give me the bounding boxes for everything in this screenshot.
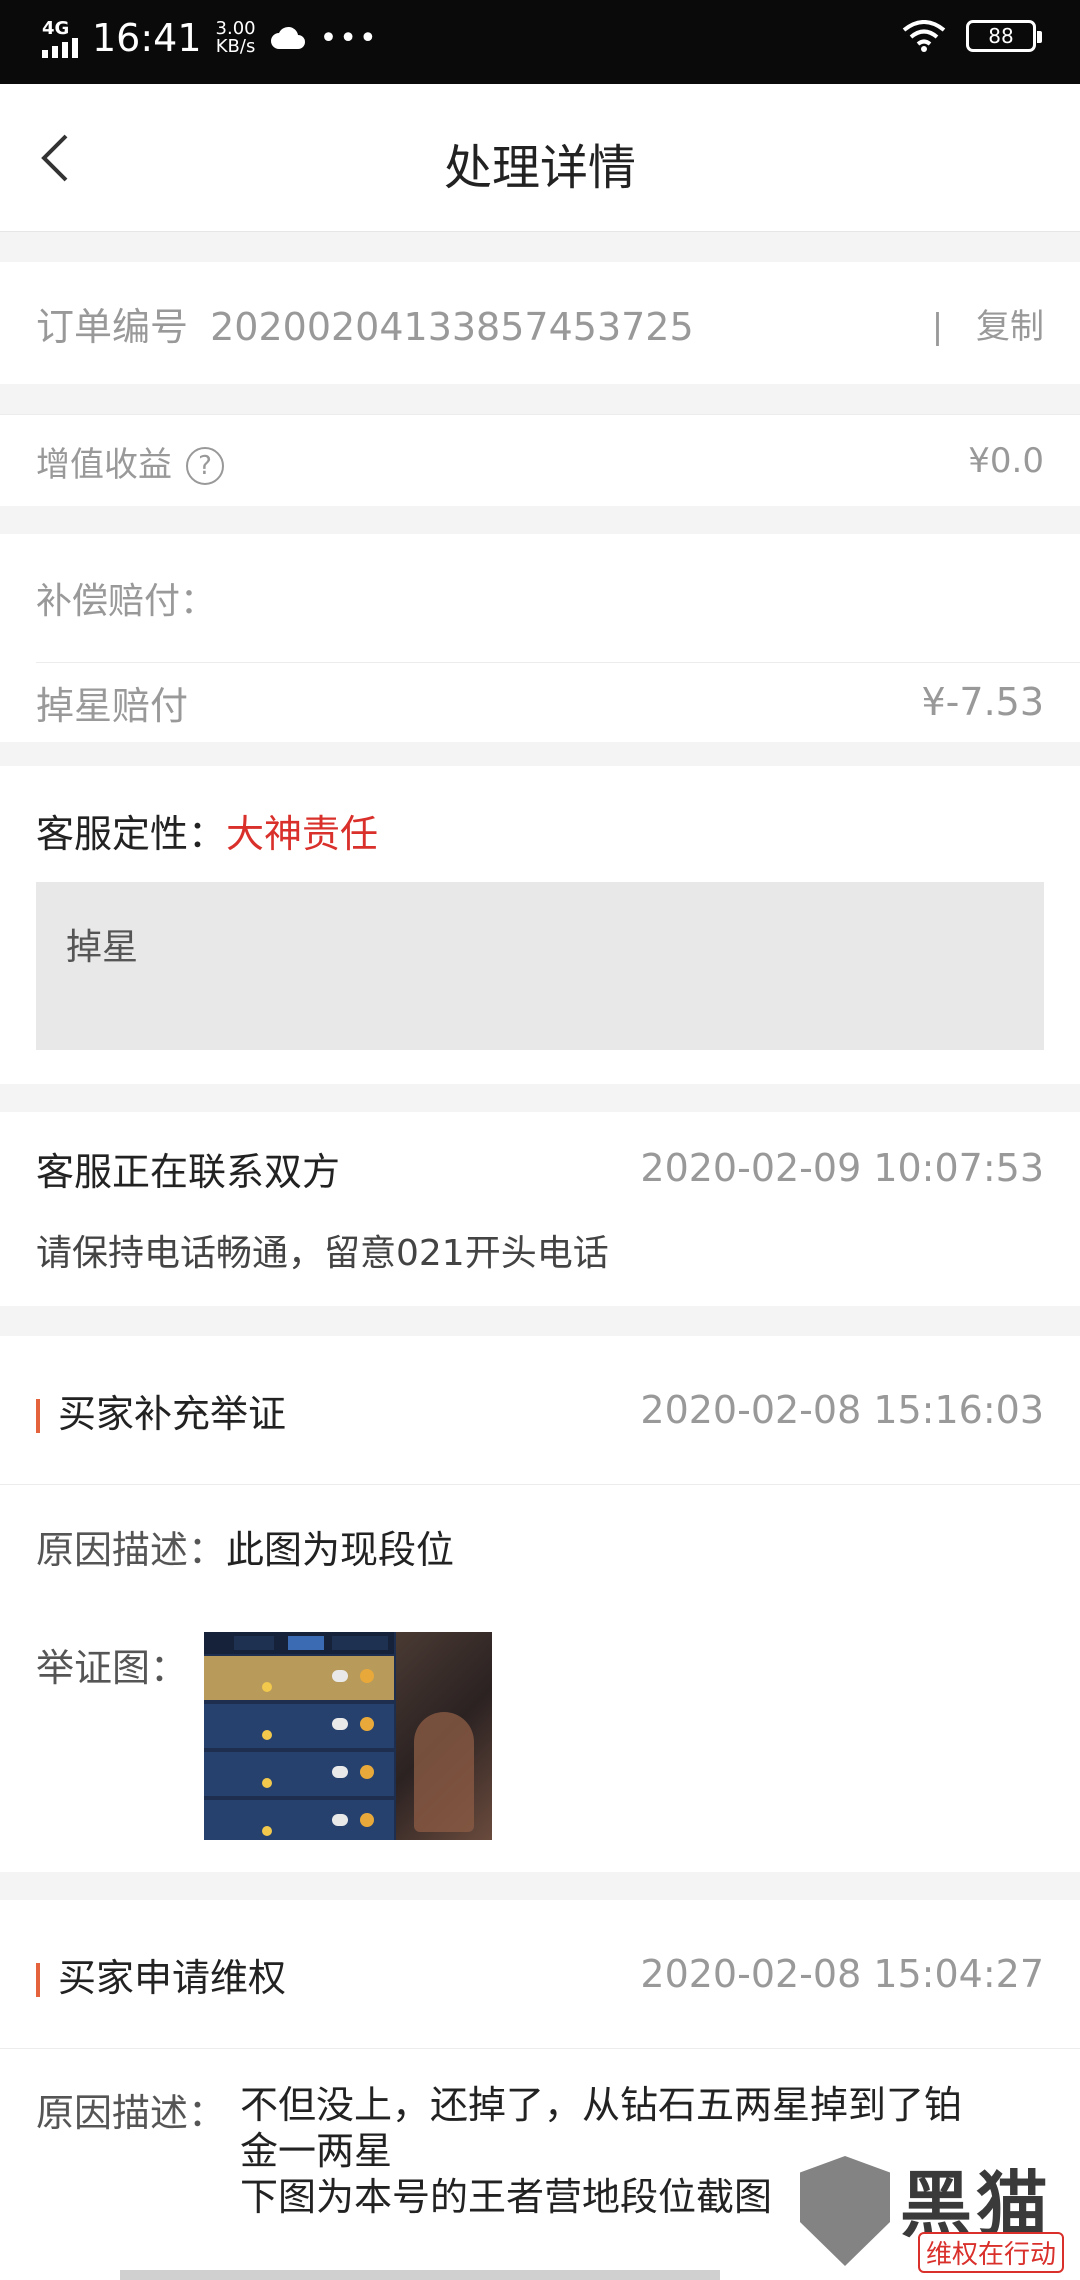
event-time: 2020-02-09 10:07:53 <box>640 1146 1044 1190</box>
compensation-item: 掉星赔付 ¥-7.53 <box>36 662 1044 742</box>
accent-bar <box>36 1963 40 1997</box>
verdict-note: 掉星 <box>66 927 139 968</box>
clock: 16:41 <box>92 16 202 60</box>
event-card: 客服正在联系双方 2020-02-09 10:07:53 请保持电话畅通，留意0… <box>0 1112 1080 1306</box>
value-added-section: 增值收益? ¥0.0 <box>0 414 1080 506</box>
event-desc: 请保持电话畅通，留意021开头电话 <box>36 1233 609 1274</box>
evidence-image[interactable] <box>204 1632 492 1840</box>
cloud-icon <box>270 26 305 49</box>
reason-label: 原因描述： <box>36 1527 227 1572</box>
battery-icon: 88 <box>966 20 1042 52</box>
signal-icon: 4G <box>42 18 78 58</box>
cat-shield-icon <box>800 2156 890 2266</box>
compensation-item-amount: ¥-7.53 <box>921 680 1045 724</box>
event-title-group: 买家申请维权 <box>36 1947 286 2002</box>
verdict-note-box: 掉星 <box>36 882 1044 1050</box>
evidence-label: 举证图： <box>36 1645 189 1690</box>
wifi-icon <box>902 20 946 52</box>
reason-text: 此图为现段位 <box>226 1527 455 1572</box>
event-title: 买家申请维权 <box>58 1955 287 2000</box>
divider <box>0 2048 1080 2049</box>
compensation-section: 补偿赔付： 掉星赔付 ¥-7.53 <box>0 534 1080 742</box>
net-speed-unit: KB/s <box>215 36 256 57</box>
thumb-tab <box>234 1636 274 1650</box>
thumb-figure <box>414 1712 474 1832</box>
image-strip-edge <box>120 2270 720 2280</box>
help-icon[interactable]: ? <box>186 447 224 485</box>
verdict-value: 大神责任 <box>226 811 379 856</box>
thumb-tab <box>288 1636 324 1650</box>
more-notifications-icon: ••• <box>319 20 379 56</box>
event-card: 买家补充举证 2020-02-08 15:16:03 原因描述： 此图为现段位 … <box>0 1336 1080 1872</box>
value-added-label-group: 增值收益? <box>36 437 224 486</box>
copy-separator: | <box>931 306 944 347</box>
thumb-row <box>204 1800 394 1840</box>
thumb-row <box>204 1752 394 1796</box>
copy-group: | 复制 <box>932 299 1044 348</box>
value-added-label: 增值收益 <box>36 444 172 485</box>
net-speed: 3.00 KB/s <box>216 20 256 56</box>
thumb-row <box>204 1704 394 1748</box>
event-title-group: 买家补充举证 <box>36 1383 286 1438</box>
event-title: 客服正在联系双方 <box>36 1149 341 1194</box>
nav-bar: 处理详情 <box>0 84 1080 232</box>
reason-label: 原因描述： <box>36 2091 227 2135</box>
order-number: 20200204133857453725 <box>210 304 694 349</box>
order-label: 订单编号 <box>36 304 189 349</box>
compensation-header: 补偿赔付： <box>36 581 217 622</box>
network-type: 4G <box>42 18 70 39</box>
thumb-row <box>204 1656 394 1700</box>
divider <box>0 1484 1080 1485</box>
order-section: 订单编号 20200204133857453725 | 复制 <box>0 262 1080 384</box>
value-added-amount: ¥0.0 <box>968 441 1044 481</box>
reason-line: 不但没上，还掉了，从钻石五两星掉到了铂 <box>240 2083 963 2127</box>
watermark-sub: 维权在行动 <box>918 2232 1065 2273</box>
compensation-item-label: 掉星赔付 <box>36 683 189 728</box>
event-title: 买家补充举证 <box>58 1391 287 1436</box>
thumb-tab <box>332 1636 388 1650</box>
page-title: 处理详情 <box>443 140 636 196</box>
copy-button[interactable]: 复制 <box>976 307 1044 347</box>
event-time: 2020-02-08 15:04:27 <box>640 1952 1044 1996</box>
verdict-label: 客服定性： <box>36 811 227 856</box>
watermark-logo: 黑猫 维权在行动 <box>800 2136 1070 2276</box>
accent-bar <box>36 1399 40 1433</box>
status-bar: 4G 16:41 3.00 KB/s ••• 88 <box>0 0 1080 84</box>
order-number-text: 订单编号 20200204133857453725 <box>36 296 694 351</box>
event-time: 2020-02-08 15:16:03 <box>640 1388 1044 1432</box>
verdict-section: 客服定性： 大神责任 掉星 <box>0 766 1080 1084</box>
